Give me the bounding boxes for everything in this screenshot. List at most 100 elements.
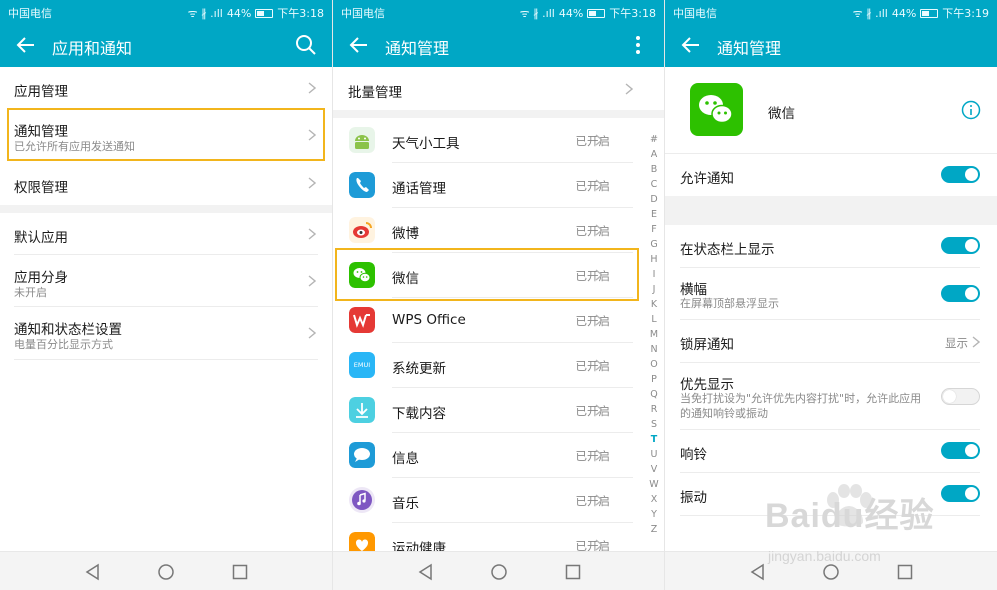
app-row-wps-office[interactable]: WPS Office 已开启 [333,298,633,343]
chevron-right-icon [595,404,603,416]
chevron-right-icon [595,359,603,371]
wechat-icon [690,83,743,136]
more-options-icon[interactable] [626,33,650,57]
page-title: 通知管理 [717,39,782,58]
status-bar: 中国电信 ᯤ ∦ .ıll 44% 下午3:18 [333,0,664,23]
chevron-right-icon [595,224,603,236]
screen-notification-management-list: 中国电信 ᯤ ∦ .ıll 44% 下午3:18 通知管理 批量管理 天气小工具… [333,0,664,590]
music-icon [349,487,375,513]
nav-back-icon[interactable] [417,563,435,581]
info-icon[interactable] [961,100,981,120]
nav-home-icon[interactable] [157,563,175,581]
status-bar: 中国电信 ᯤ ∦ .ıll 44% 下午3:19 [665,0,997,23]
batch-management-row[interactable]: 批量管理 [333,67,664,110]
carrier-label: 中国电信 [341,7,385,20]
battery-percent: 44% [226,6,252,20]
chevron-right-icon [595,134,603,146]
chevron-right-icon [308,82,316,94]
vibration-toggle[interactable] [941,485,980,502]
lock-screen-value: 显示 [945,336,968,350]
page-title: 应用和通知 [52,39,133,58]
menu-default-apps[interactable]: 默认应用 [14,213,318,255]
status-bar-display-row[interactable]: 在状态栏上显示 [680,225,980,268]
app-row-call-management[interactable]: 通话管理 已开启 [333,163,633,208]
clock: 下午3:18 [277,7,324,20]
nav-recents-icon[interactable] [231,563,249,581]
download-icon [349,397,375,423]
chevron-right-icon [972,336,980,348]
chevron-right-icon [308,275,316,287]
carrier-label: 中国电信 [673,7,717,20]
nav-recents-icon[interactable] [896,563,914,581]
section-divider [333,110,664,118]
app-row-weibo[interactable]: 微博 已开启 [333,208,633,253]
ringtone-row[interactable]: 响铃 [680,430,980,473]
nav-home-icon[interactable] [822,563,840,581]
priority-display-toggle[interactable] [941,388,980,405]
chevron-right-icon [625,83,633,95]
weibo-icon [349,217,375,243]
clock: 下午3:18 [609,7,656,20]
signal-icon: ᯤ ∦ .ıll [187,6,223,20]
chevron-right-icon [595,494,603,506]
menu-app-twin[interactable]: 应用分身 未开启 [14,255,318,307]
app-row-music[interactable]: 音乐 已开启 [333,478,633,523]
menu-app-management[interactable]: 应用管理 [14,67,318,109]
screen-apps-and-notifications: 中国电信 ᯤ ∦ .ıll 44% 下午3:18 应用和通知 应用管理 通知管理… [0,0,332,590]
highlight-box [335,248,639,301]
chevron-right-icon [308,228,316,240]
app-name: 微信 [768,106,795,122]
back-arrow-icon[interactable] [347,33,371,57]
search-icon[interactable] [294,33,318,57]
app-row-weather[interactable]: 天气小工具 已开启 [333,118,633,163]
android-icon [349,127,375,153]
app-row-messages[interactable]: 信息 已开启 [333,433,633,478]
wps-icon [349,307,375,333]
nav-bar [0,551,332,590]
chevron-right-icon [595,314,603,326]
watermark-brand: Baidu经验 [765,497,935,535]
app-bar: 应用和通知 [0,23,332,67]
signal-icon: ᯤ ∦ .ıll [519,6,555,20]
chevron-right-icon [595,179,603,191]
chevron-right-icon [595,449,603,461]
battery-icon [255,8,274,18]
battery-icon [920,8,939,18]
lock-screen-notification-row[interactable]: 锁屏通知 显示 [680,320,980,363]
clock: 下午3:19 [942,7,989,20]
carrier-label: 中国电信 [8,7,52,20]
ringtone-toggle[interactable] [941,442,980,459]
phone-icon [349,172,375,198]
allow-notifications-toggle[interactable] [941,166,980,183]
nav-recents-icon[interactable] [564,563,582,581]
battery-percent: 44% [891,6,917,20]
menu-permission-management[interactable]: 权限管理 [14,161,318,205]
nav-home-icon[interactable] [490,563,508,581]
status-bar-display-toggle[interactable] [941,237,980,254]
status-bar: 中国电信 ᯤ ∦ .ıll 44% 下午3:18 [0,0,332,23]
priority-display-row[interactable]: 优先显示 当免打扰设为"允许优先内容打扰"时，允许此应用的通知响铃或振动 [680,363,980,430]
watermark-url: jingyan.baidu.com [768,548,881,564]
back-arrow-icon[interactable] [679,33,703,57]
chevron-right-icon [595,539,603,551]
chevron-right-icon [308,327,316,339]
battery-icon [587,8,606,18]
app-bar: 通知管理 [665,23,997,67]
three-screen-composite: 中国电信 ᯤ ∦ .ıll 44% 下午3:18 应用和通知 应用管理 通知管理… [0,0,997,590]
section-divider [0,205,332,213]
menu-notification-statusbar-settings[interactable]: 通知和状态栏设置 电量百分比显示方式 [14,307,318,360]
allow-notifications-row[interactable]: 允许通知 [680,154,980,196]
nav-back-icon[interactable] [84,563,102,581]
page-title: 通知管理 [385,39,450,58]
app-row-system-update[interactable]: EMUI 系统更新 已开启 [333,343,633,388]
banner-toggle[interactable] [941,285,980,302]
banner-row[interactable]: 横幅 在屏幕顶部悬浮显示 [680,268,980,320]
app-bar: 通知管理 [333,23,664,67]
nav-back-icon[interactable] [749,563,767,581]
battery-percent: 44% [558,6,584,20]
signal-icon: ᯤ ∦ .ıll [852,6,888,20]
message-icon [349,442,375,468]
highlight-box [7,108,325,161]
app-row-downloads[interactable]: 下载内容 已开启 [333,388,633,433]
back-arrow-icon[interactable] [14,33,38,57]
